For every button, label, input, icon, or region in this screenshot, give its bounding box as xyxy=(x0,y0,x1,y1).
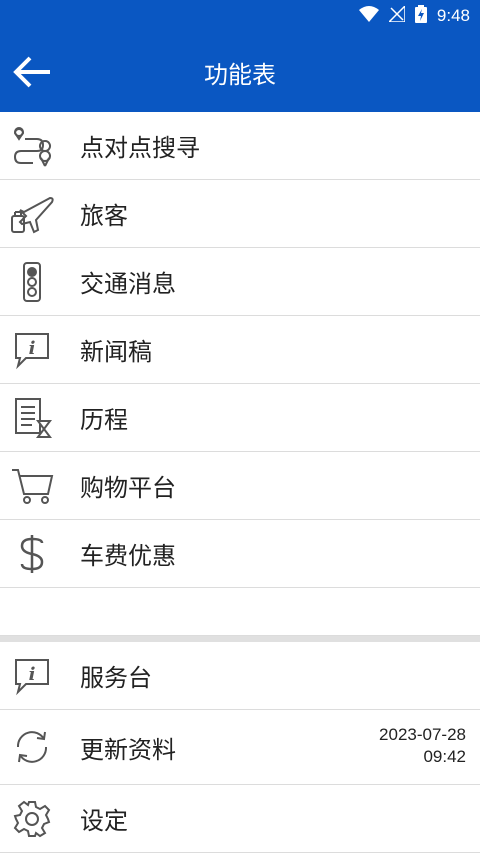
menu-item-settings[interactable]: 设定 xyxy=(0,785,480,853)
menu-label: 历程 xyxy=(80,406,128,434)
last-update-time: 09:42 xyxy=(423,747,466,766)
menu-item-update-data[interactable]: 更新资料 2023-07-28 09:42 xyxy=(0,710,480,785)
shopping-cart-icon xyxy=(0,452,64,519)
menu-label: 新闻稿 xyxy=(80,338,152,366)
menu-item-service-desk[interactable]: i 服务台 xyxy=(0,642,480,710)
menu-label: 更新资料 xyxy=(80,735,176,764)
dollar-icon xyxy=(0,520,64,587)
menu-label: 服务台 xyxy=(80,664,152,692)
sync-icon xyxy=(0,714,64,781)
arrow-left-icon xyxy=(13,56,50,88)
app-bar: 功能表 xyxy=(0,32,480,112)
menu-item-history[interactable]: 历程 xyxy=(0,384,480,452)
menu-item-traffic-news[interactable]: 交通消息 xyxy=(0,248,480,316)
menu-label: 设定 xyxy=(80,807,128,835)
history-list-hourglass-icon xyxy=(0,384,64,451)
status-bar: 9:48 xyxy=(0,0,480,32)
menu-label: 点对点搜寻 xyxy=(80,134,200,162)
gear-icon xyxy=(0,785,64,852)
menu-item-shopping[interactable]: 购物平台 xyxy=(0,452,480,520)
info-speech-icon: i xyxy=(0,642,64,709)
main-menu: 点对点搜寻 旅客 交通消息 i 新闻稿 历程 购物平台 车费优惠 xyxy=(0,112,480,588)
svg-text:i: i xyxy=(29,664,36,685)
battery-charging-icon xyxy=(414,5,427,27)
menu-label: 购物平台 xyxy=(80,474,176,502)
menu-item-fare-discount[interactable]: 车费优惠 xyxy=(0,520,480,588)
status-time: 9:48 xyxy=(436,6,470,25)
info-speech-icon: i xyxy=(0,316,64,383)
menu-item-press-release[interactable]: i 新闻稿 xyxy=(0,316,480,384)
menu-item-route-search[interactable]: 点对点搜寻 xyxy=(0,112,480,180)
back-button[interactable] xyxy=(10,50,54,94)
airplane-luggage-icon xyxy=(0,180,64,247)
secondary-menu: i 服务台 更新资料 2023-07-28 09:42 设定 xyxy=(0,642,480,853)
last-update-date: 2023-07-28 xyxy=(379,725,466,744)
page-title: 功能表 xyxy=(204,60,276,89)
menu-item-traveler[interactable]: 旅客 xyxy=(0,180,480,248)
wifi-icon xyxy=(358,6,379,26)
empty-spacer xyxy=(0,588,480,636)
traffic-light-icon xyxy=(0,248,64,315)
last-update-info: 2023-07-28 09:42 xyxy=(379,724,466,768)
menu-label: 车费优惠 xyxy=(80,542,176,570)
svg-text:i: i xyxy=(29,338,36,359)
menu-label: 交通消息 xyxy=(80,270,176,298)
route-pin-icon xyxy=(0,112,64,179)
no-signal-icon xyxy=(387,4,406,26)
menu-label: 旅客 xyxy=(80,202,128,230)
